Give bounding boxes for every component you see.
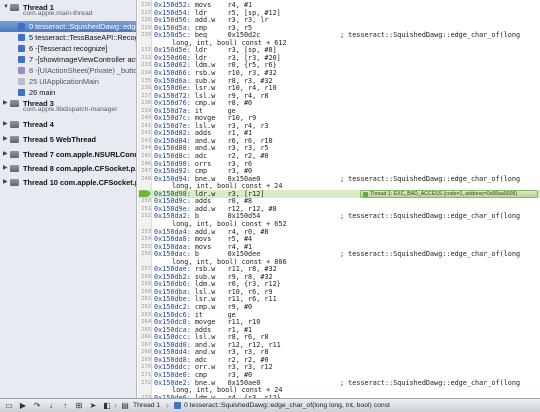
thread-row[interactable]: ▶ Thread 8 com.apple.CFSocket.p... <box>0 163 136 174</box>
debug-navigator: ▼ Thread 1 com.apple.main-thread 0 tesserac… <box>0 0 137 398</box>
crash-annotation-text: Thread 1: EXC_BAD_ACCESS (code=1, addres… <box>370 190 518 197</box>
step-into-icon[interactable]: ↓ <box>46 401 56 410</box>
thread-row[interactable]: ▶ Thread 10 com.apple.CFSocket.pr... <box>0 177 136 188</box>
stack-frame-row[interactable]: 7 -[showImageViewController act... <box>0 54 136 65</box>
thread-icon <box>10 179 19 186</box>
stack-frame-icon <box>18 34 25 41</box>
stack-frame-row[interactable]: 5 tesseract::TessBaseAPI::Recogni... <box>0 32 136 43</box>
stack-frame-icon <box>18 23 25 30</box>
thread-icon <box>10 151 19 158</box>
disclosure-closed-icon[interactable]: ▶ <box>3 149 8 160</box>
thread-icon <box>10 165 19 172</box>
stack-frame-icon <box>18 45 25 52</box>
debug-view-icon[interactable]: ⊞ <box>74 401 84 410</box>
thread-row[interactable]: ▶ Thread 7 com.apple.NSURLConn... <box>0 149 136 160</box>
toggle-console-icon[interactable]: ▭ <box>4 401 14 410</box>
simulate-location-icon[interactable]: ➤ <box>88 401 98 410</box>
app-icon[interactable]: ◧ <box>102 401 112 410</box>
thread-icon <box>10 136 19 143</box>
breadcrumb-separator-icon: › <box>166 400 169 410</box>
thread-queue-label: com.apple.main-thread <box>23 10 93 17</box>
stack-frame-row[interactable]: 6 -[Tesseract recognize] <box>0 43 136 54</box>
thread-row[interactable]: ▶ Thread 5 WebThread <box>0 134 136 145</box>
step-over-icon[interactable]: ↷ <box>32 401 42 410</box>
thread-queue-label: com.apple.libdispatch-manager <box>23 106 118 113</box>
stack-frame-icon <box>18 89 25 96</box>
thread-annotation-icon <box>363 191 368 197</box>
thread-icon <box>10 121 19 128</box>
breadcrumb-thread[interactable]: Thread 1 <box>133 402 160 409</box>
stack-frame-icon <box>18 67 25 74</box>
thread-row[interactable]: ▶ Thread 4 <box>0 119 136 130</box>
stack-frame-row[interactable]: 25 UIApplicationMain <box>0 76 136 87</box>
crash-annotation-badge[interactable]: Thread 1: EXC_BAD_ACCESS (code=1, addres… <box>360 189 538 198</box>
disclosure-closed-icon[interactable]: ▶ <box>3 163 8 174</box>
stack-frame-row[interactable]: 8 -[UIActionSheet(Private) _butto... <box>0 65 136 76</box>
breadcrumb-separator-icon: › <box>114 400 117 410</box>
stack-frame-row[interactable]: 0 tesseract::SquishedDawg::edge_c... <box>0 21 136 32</box>
debug-bar: ▭ ▶ ↷ ↓ ↑ ⊞ ➤ ◧ › ▤ Thread 1 › 0 tessera… <box>0 398 540 412</box>
stack-frame-icon <box>18 56 25 63</box>
thread-icon: ▤ <box>121 401 129 410</box>
stack-frame-icon <box>18 78 25 85</box>
disclosure-closed-icon[interactable]: ▶ <box>3 134 8 145</box>
disassembly-editor: 226 0x150d52: movs r4, #1 227 0x150d54: ldr r… <box>138 0 540 398</box>
disclosure-closed-icon[interactable]: ▶ <box>3 119 8 130</box>
disclosure-closed-icon[interactable]: ▶ <box>3 177 8 188</box>
breadcrumb-frame[interactable]: 0 tesseract::SquishedDawg::edge_char_of(… <box>184 402 390 409</box>
step-out-icon[interactable]: ↑ <box>60 401 70 410</box>
stack-frame-row[interactable]: 26 main <box>0 87 136 98</box>
frame-icon <box>174 402 181 409</box>
continue-icon[interactable]: ▶ <box>18 401 28 410</box>
